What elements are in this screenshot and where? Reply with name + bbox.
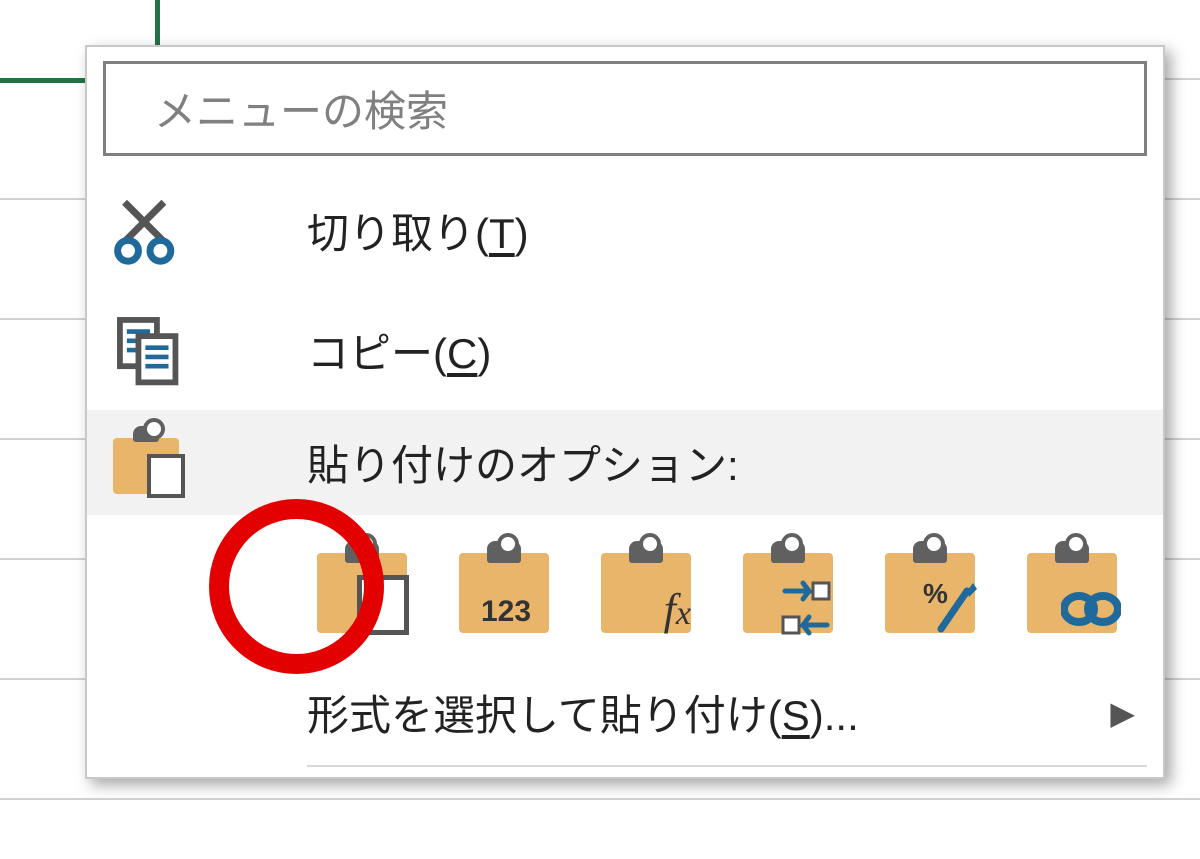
paste-values-button[interactable]: 123	[449, 533, 559, 643]
paste-formulas-overlay: fx	[664, 584, 691, 635]
copy-hotkey: C	[447, 330, 477, 378]
paste-formatting-overlay: %	[919, 577, 979, 637]
menu-search-input[interactable]: メニューの検索	[103, 61, 1147, 156]
copy-icon	[102, 313, 197, 387]
paste-special-menu-item[interactable]: 形式を選択して貼り付け(S)... ▶	[87, 660, 1163, 765]
svg-text:%: %	[923, 578, 948, 609]
paste-options-label: 貼り付けのオプション:	[197, 432, 739, 493]
paste-options-row: 123 fx	[87, 515, 1163, 660]
copy-menu-item[interactable]: コピー(C)	[87, 290, 1163, 410]
paste-special-hotkey: S	[782, 692, 810, 739]
context-menu: メニューの検索 切り取り(T)	[85, 45, 1165, 779]
copy-label-post: )	[477, 330, 491, 378]
paste-options-header: 貼り付けのオプション:	[87, 410, 1163, 515]
menu-separator	[307, 765, 1147, 767]
cut-label-pre: 切り取り(	[307, 200, 489, 261]
cut-hotkey: T	[489, 210, 515, 258]
cut-menu-item[interactable]: 切り取り(T)	[87, 170, 1163, 290]
paste-link-overlay	[1061, 588, 1121, 635]
cut-label-post: )	[515, 210, 529, 258]
paste-special-label-pre: 形式を選択して貼り付け(	[307, 692, 782, 739]
submenu-arrow-icon: ▶	[1110, 694, 1135, 732]
paste-button[interactable]	[307, 533, 417, 643]
paste-link-button[interactable]	[1017, 533, 1127, 643]
scissors-icon	[102, 193, 197, 267]
paste-formulas-button[interactable]: fx	[591, 533, 701, 643]
paste-icon	[102, 426, 197, 500]
copy-label-pre: コピー(	[307, 320, 447, 381]
paste-transpose-overlay	[777, 579, 835, 637]
paste-values-overlay: 123	[481, 595, 531, 629]
paste-special-label-post: )...	[810, 692, 859, 739]
paste-formatting-button[interactable]: %	[875, 533, 985, 643]
paste-transpose-button[interactable]	[733, 533, 843, 643]
